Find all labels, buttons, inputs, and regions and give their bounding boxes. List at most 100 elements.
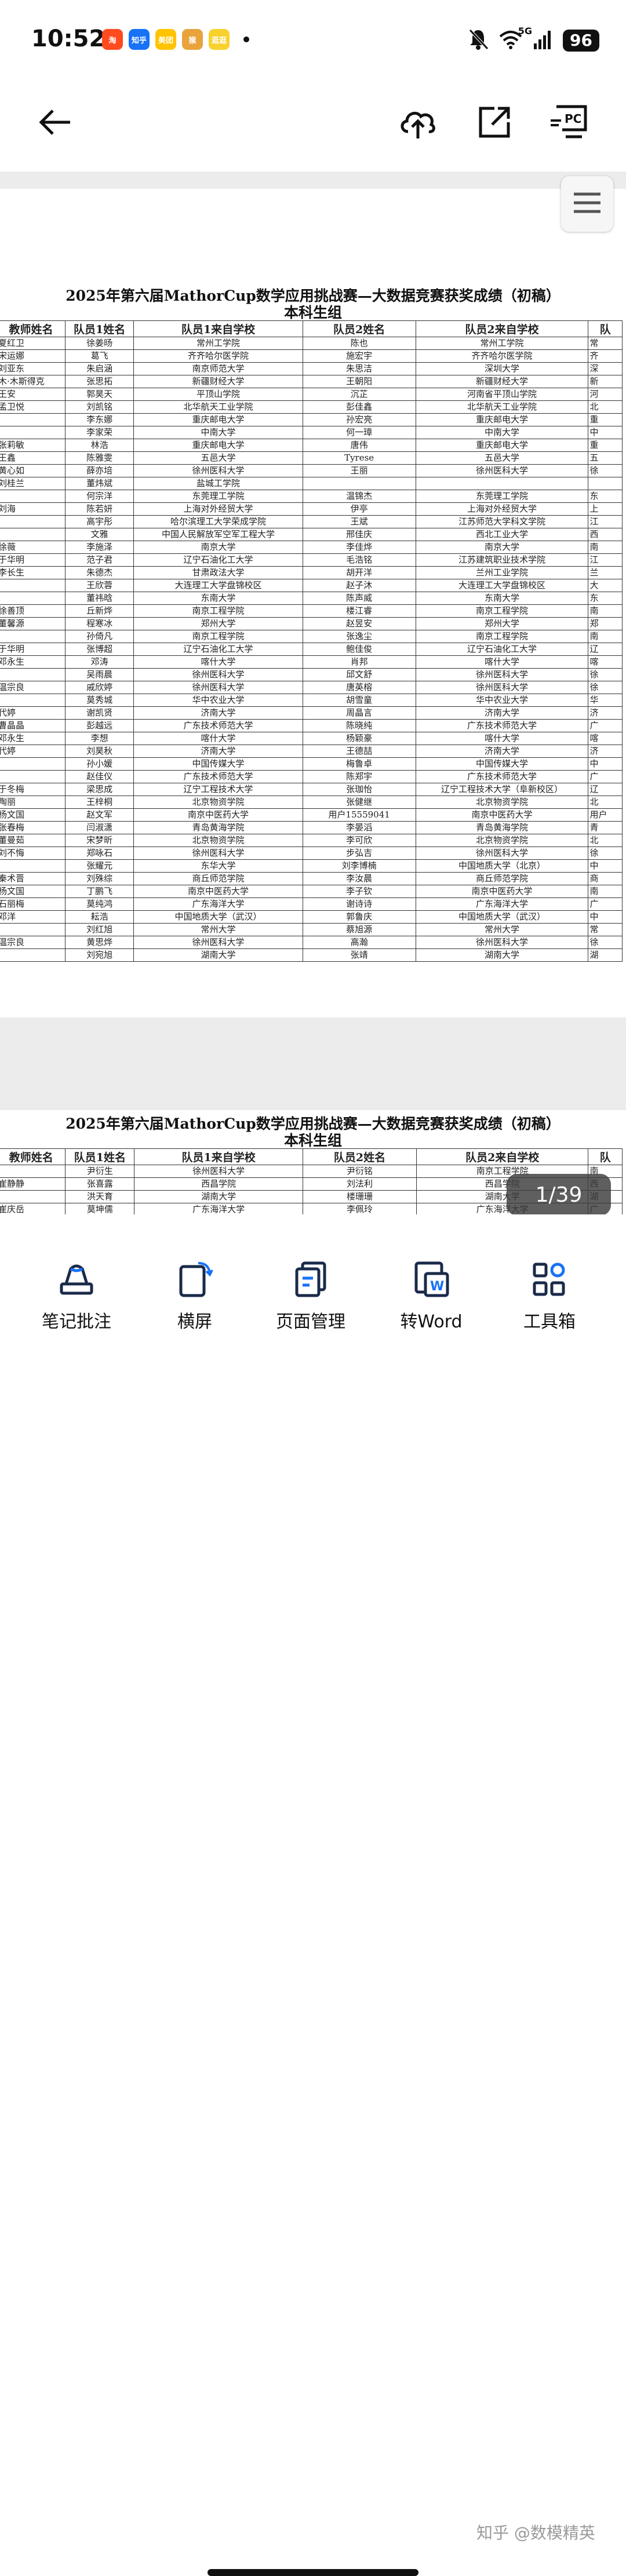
table-cell: 常 [588,923,623,936]
table-cell: 广东技术师范大学 [415,719,589,732]
table-cell: 李汝晨 [302,872,416,885]
table-cell: 上海对外经贸大学 [133,502,303,516]
table-cell: 西北工业大学 [415,528,589,541]
cast-to-pc-button[interactable]: PC [548,103,589,144]
table-cell: 刘不悔 [0,846,65,860]
table-row: 徐善顶 丘新烨 南京工程学院 楼江睿 南京工程学院南 [0,604,623,618]
toolbox-button[interactable]: 工具箱 [503,1257,596,1333]
column-header: 队员2来自学校 [416,1148,589,1165]
viewer-menu-button[interactable] [561,176,613,232]
home-indicator[interactable] [208,2569,418,2576]
table-cell: 湖南大学 [134,1190,304,1203]
annotate-icon [58,1261,95,1300]
table-cell: 莫秀城 [64,694,134,707]
table-cell: 戚欣婷 [64,681,134,694]
table-cell: 中国地质大学（武汉） [415,910,589,924]
table-cell: 曹晶晶 [0,719,65,732]
table-cell: 葛飞 [64,349,134,363]
svg-text:W: W [430,1279,444,1294]
table-row: 张莉敏 林浩 重庆邮电大学 唐伟 重庆邮电大学重 [0,439,623,452]
table-cell: 徐州医科大学 [415,936,589,949]
table-cell: 张逸尘 [302,630,416,643]
table-cell: 陈声威 [302,592,416,605]
table-cell: 宋运娜 [0,349,65,363]
table-cell: 徐州医科大学 [133,936,303,949]
table-row: 高宇彤 哈尔滨理工大学荣成学院 王斌 江苏师范大学科文学院江 [0,515,623,528]
table-cell: 甘肃政法大学 [133,566,303,579]
table-cell: 吴雨晨 [64,668,134,681]
keep-app-icon: 逛逛 [209,29,230,50]
table-cell: 丘新烨 [64,604,134,618]
table-cell: 朱德杰 [64,566,134,579]
table-cell: 商丘师范学院 [133,872,303,885]
table-cell: 五邑大学 [415,451,589,465]
page-manage-button[interactable]: 页面管理 [264,1257,357,1333]
upload-button[interactable] [398,103,438,144]
table-cell: 王欣蓉 [64,579,134,592]
table-cell: 郭鲁庆 [302,910,416,924]
table-cell: 文雅 [64,528,134,541]
hamburger-menu-icon [573,191,602,217]
table-cell: 喀 [588,655,623,669]
table-cell: 东南大学 [133,592,303,605]
table-cell: 邓永生 [0,732,65,745]
table-cell: 商 [588,872,623,885]
table-cell: 步弘吉 [302,846,416,860]
rotate-screen-button[interactable]: 横屏 [148,1257,241,1333]
share-button[interactable] [474,103,515,144]
table-cell: 用户 [588,808,623,822]
table-cell: 肖邦 [302,655,416,669]
table-cell [0,1165,66,1178]
table-cell: 赵昱安 [302,617,416,630]
table-cell: 青 [588,821,623,834]
convert-word-button[interactable]: W 转Word [385,1257,478,1333]
table-cell: 杨颖豪 [302,732,416,745]
table-cell: 东莞理工学院 [133,490,303,503]
table-cell: 重庆邮电大学 [415,439,589,452]
table-cell: 陈也 [302,337,416,350]
table-cell: 董祎晗 [64,592,134,605]
table-cell: 王德喆 [302,745,416,758]
table-cell: 用户15559041 [302,808,416,822]
table-cell: 徐 [588,681,623,694]
table-cell: 重 [588,439,623,452]
table-row: 张春梅 闫淑潇 青岛黄海学院 李晏滔 青岛黄海学院青 [0,821,623,834]
table-cell: 广东海洋大学 [133,897,303,911]
table-cell: 谢诗诗 [302,897,416,911]
table-cell: 刘李博楠 [302,859,416,873]
document-viewer[interactable]: 2025年第六届MathorCup数学应用挑战赛—大数据竞赛获奖成绩（初稿） 本… [0,172,626,1214]
mute-icon [468,28,489,53]
status-time: 10:52 [31,25,105,52]
column-header: 队 [588,320,623,337]
table-cell: 孙小媛 [64,757,134,771]
table-cell: 赵佳仪 [64,770,134,783]
table-cell: 耘浩 [64,910,134,924]
annotate-button[interactable]: 笔记批注 [30,1257,123,1333]
table-cell: 河南省平顶山学院 [415,388,589,401]
table-cell: 江 [588,515,623,528]
table-cell: 崔庆岳 [0,1203,66,1214]
table-cell: 辽宁石油化工大学 [133,553,303,567]
table-row: 夏红卫 徐姜旸 常州工学院 陈也 常州工学院常 [0,337,623,350]
table-cell: 李佳烨 [302,541,416,554]
table-cell: 温宗良 [0,936,65,949]
table-cell: 徐 [588,464,623,477]
table-cell: 徐 [588,668,623,681]
table-cell: 张喜露 [65,1177,135,1191]
table-row: 温宗良 黄思烨 徐州医科大学 高瀚 徐州医科大学徐 [0,936,623,949]
table-cell: 王斌 [302,515,416,528]
table-cell: 郑州大学 [133,617,303,630]
back-arrow-icon [38,108,72,139]
table-cell: 河 [588,388,623,401]
table-row: 刘桂兰 董炜斌 盐城工学院 [0,477,623,490]
table-cell [0,630,65,643]
table-cell: 石丽梅 [0,897,65,911]
back-button[interactable] [35,103,75,144]
page-indicator: 1/39 [507,1174,611,1216]
table-cell: 宋梦昕 [64,834,134,847]
table-cell: 徐 [588,936,623,949]
table-cell: 西 [588,528,623,541]
table-cell: 兰 [588,566,623,579]
table-row: 刘海 陈若妍 上海对外经贸大学 伊亭 上海对外经贸大学上 [0,502,623,516]
table-cell: 江苏建筑职业技术学院 [415,553,589,567]
